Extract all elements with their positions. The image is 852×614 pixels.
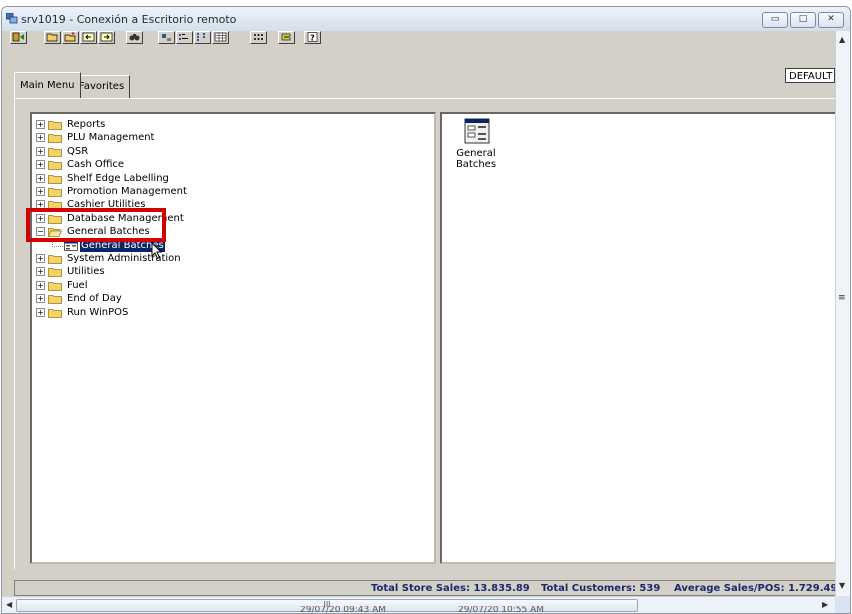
- tree-folder-item[interactable]: + PLU Management: [32, 131, 432, 144]
- expand-icon[interactable]: +: [36, 307, 45, 317]
- tree-folder-item[interactable]: + System Administration: [32, 252, 432, 265]
- expand-icon[interactable]: +: [36, 120, 45, 129]
- expand-icon[interactable]: +: [36, 187, 45, 196]
- expand-icon[interactable]: +: [36, 146, 45, 156]
- tree-item-label: Promotion Management: [67, 186, 187, 197]
- folder-icon: [48, 255, 62, 264]
- scroll-right-arrow-icon[interactable]: ▶: [822, 600, 828, 609]
- average-sales-pos: Average Sales/POS: 1.729.49: [674, 583, 835, 594]
- tree-item-label: QSR: [67, 145, 89, 157]
- scroll-up-arrow-icon[interactable]: ▲: [839, 35, 845, 44]
- status-bar: Total Store Sales: 13.835.89 Total Custo…: [14, 580, 835, 596]
- new-folder-icon[interactable]: [62, 31, 79, 44]
- tree-folder-item[interactable]: + Run WinPOS: [32, 306, 432, 319]
- tree-item-label: Utilities: [67, 266, 105, 278]
- menu-tree[interactable]: + Reports + PLU Management + QSR + Cash Office +…: [30, 112, 436, 564]
- background-timestamp-right: 29/07/20 10:55 AM: [458, 606, 545, 614]
- exit-icon[interactable]: [10, 31, 27, 44]
- tree-folder-item[interactable]: + Utilities: [32, 265, 432, 278]
- folder-icon: [48, 308, 62, 318]
- tree-item-label: Fuel: [67, 279, 88, 291]
- minimize-button[interactable]: ▭: [762, 12, 788, 28]
- general-batches-item-label: General Batches: [446, 148, 506, 170]
- annotation-highlight: [26, 208, 166, 242]
- expand-icon[interactable]: +: [36, 267, 45, 277]
- expand-icon[interactable]: +: [36, 254, 45, 263]
- tree-folder-item[interactable]: + End of Day: [32, 292, 432, 305]
- tree-item-label: Reports: [67, 119, 106, 130]
- details-view-icon[interactable]: [212, 31, 229, 44]
- help-icon[interactable]: ?: [304, 31, 321, 44]
- tree-folder-item[interactable]: + Shelf Edge Labelling: [32, 172, 432, 185]
- tree-item-label: PLU Management: [67, 132, 155, 144]
- list-view-icon[interactable]: [194, 31, 211, 44]
- forward-icon[interactable]: [98, 31, 115, 44]
- remote-desktop-window: srv1019 - Conexión a Escritorio remoto ▭…: [1, 6, 851, 614]
- back-icon[interactable]: [80, 31, 97, 44]
- scroll-down-arrow-icon[interactable]: ▼: [839, 581, 845, 590]
- folder-icon: [48, 134, 62, 144]
- remote-desktop-icon: [6, 13, 18, 24]
- tab-main-menu[interactable]: Main Menu: [14, 72, 81, 98]
- tree-folder-item[interactable]: + QSR: [32, 145, 432, 158]
- folder-icon: [48, 281, 62, 291]
- folder-icon: [48, 174, 62, 184]
- tools-icon[interactable]: [278, 31, 295, 44]
- grid-icon[interactable]: [250, 31, 267, 44]
- tree-folder-item[interactable]: + Promotion Management: [32, 185, 432, 198]
- tree-folder-item[interactable]: + Fuel: [32, 279, 432, 292]
- tree-item-label: System Administration: [67, 253, 181, 264]
- batch-form-icon: [464, 118, 490, 144]
- item-view: General Batches: [440, 112, 835, 564]
- background-timestamp-left: 29/07/20 09:43 AM: [300, 606, 387, 614]
- horizontal-scrollbar[interactable]: ◀ III ▶: [2, 596, 835, 613]
- batch-form-icon: [64, 240, 78, 251]
- folder-icon: [48, 147, 62, 157]
- item-label-line2: Batches: [455, 159, 497, 170]
- find-icon[interactable]: [126, 31, 143, 44]
- svg-text:?: ?: [310, 34, 315, 43]
- total-customers: Total Customers: 539: [541, 583, 661, 594]
- folder-icon: [48, 161, 62, 171]
- toolbar: ?: [6, 31, 805, 45]
- tree-folder-item[interactable]: + Reports: [32, 118, 432, 131]
- folder-icon: [48, 268, 62, 278]
- close-button[interactable]: ✕: [818, 12, 844, 28]
- large-icons-icon[interactable]: [158, 31, 175, 44]
- expand-icon[interactable]: +: [36, 133, 45, 143]
- total-store-sales: Total Store Sales: 13.835.89: [371, 583, 530, 594]
- maximize-button[interactable]: □: [790, 12, 816, 28]
- tree-item-label: Shelf Edge Labelling: [67, 172, 169, 184]
- title-bar[interactable]: srv1019 - Conexión a Escritorio remoto ▭…: [2, 7, 850, 31]
- mouse-cursor-icon: [151, 242, 163, 260]
- scroll-grip-icon[interactable]: ≡: [838, 293, 846, 303]
- folder-icon: [48, 121, 62, 130]
- expand-icon[interactable]: +: [36, 160, 45, 170]
- small-icons-icon[interactable]: [176, 31, 193, 44]
- folder-icon: [48, 188, 62, 197]
- scroll-left-arrow-icon[interactable]: ◀: [6, 600, 12, 609]
- application-client-area: ? Main Menu Favorites DEFAULT + Reports + P…: [2, 31, 835, 596]
- profile-field[interactable]: DEFAULT: [785, 68, 835, 83]
- expand-icon[interactable]: +: [36, 294, 45, 304]
- folder-icon: [48, 295, 62, 305]
- item-label-line1: General: [456, 148, 496, 159]
- tree-item-label: Run WinPOS: [67, 306, 129, 318]
- open-icon[interactable]: [44, 31, 61, 44]
- expand-icon[interactable]: +: [36, 173, 45, 183]
- window-title: srv1019 - Conexión a Escritorio remoto: [21, 13, 237, 26]
- tree-item-label: End of Day: [67, 293, 122, 305]
- expand-icon[interactable]: +: [36, 280, 45, 290]
- tree-folder-item[interactable]: + Cash Office: [32, 158, 432, 171]
- vertical-scrollbar[interactable]: ▲ ≡ ▼: [835, 31, 850, 596]
- tab-favorites[interactable]: Favorites: [73, 75, 131, 98]
- tree-item-label: Cash Office: [67, 159, 125, 171]
